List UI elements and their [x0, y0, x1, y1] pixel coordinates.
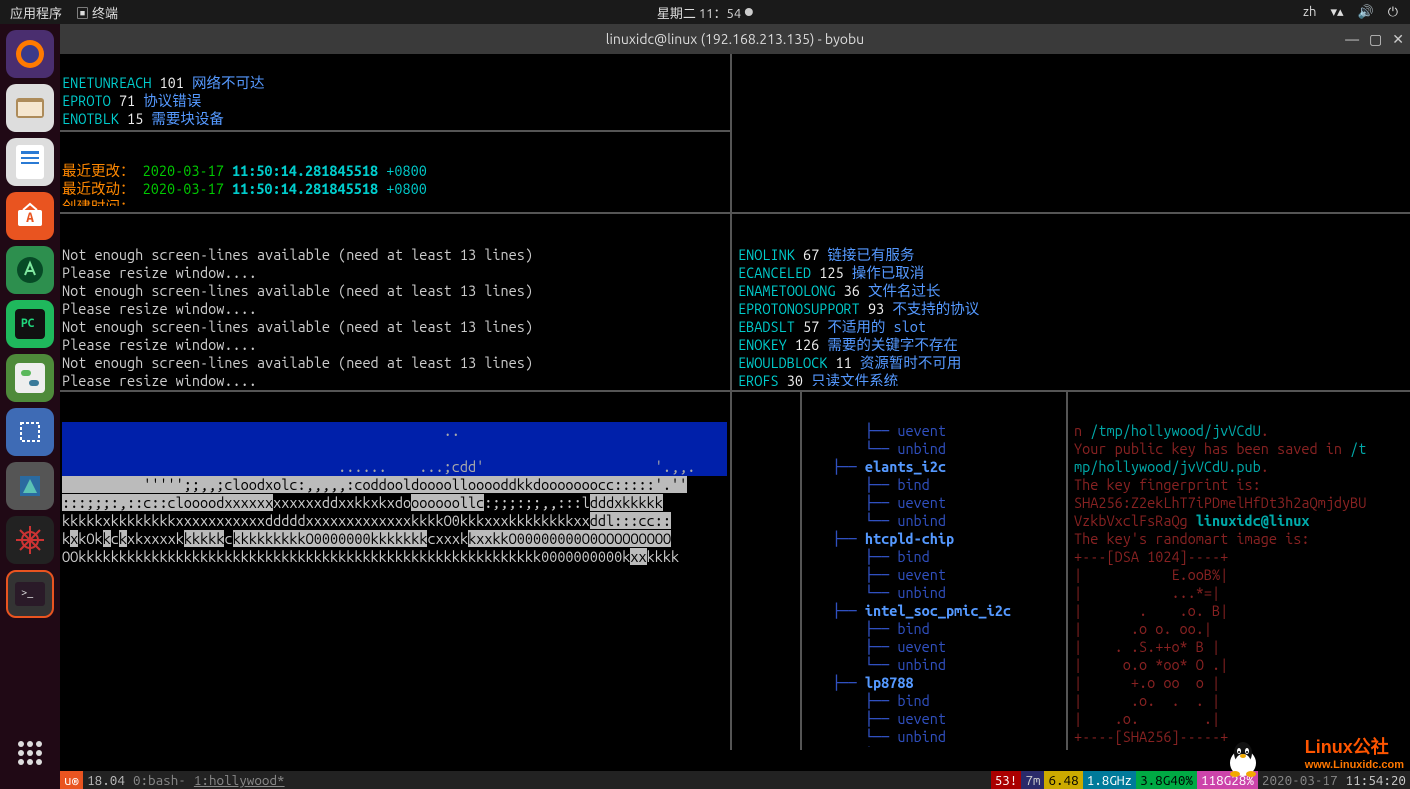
pane-divider — [60, 390, 1410, 392]
maximize-icon[interactable]: ▢ — [1369, 31, 1382, 48]
topbar-terminal[interactable]: ▣ 终端 — [76, 3, 118, 22]
status-updates: 53! — [991, 771, 1022, 789]
svg-text:PC: PC — [21, 317, 35, 330]
network-icon[interactable]: ▾▴ — [1330, 5, 1343, 20]
pane-cmatrix: .. ...... ...;cdd' '.,,. ''''';;,,;clood… — [60, 402, 730, 747]
pane-divider — [730, 390, 732, 750]
settings-icon[interactable] — [6, 354, 54, 402]
status-time: 11:54:20 — [1342, 771, 1410, 789]
pane-divider — [60, 130, 730, 132]
status-version: 18.04 — [83, 771, 129, 789]
svg-text:A: A — [26, 209, 34, 225]
spider-app-icon[interactable] — [6, 516, 54, 564]
status-window-0[interactable]: 0:bash- — [129, 771, 190, 789]
terminal-app-icon[interactable]: >_ — [6, 570, 54, 618]
status-cpu-freq: 1.8GHz — [1083, 771, 1136, 789]
window-titlebar[interactable]: linuxidc@linux (192.168.213.135) - byobu… — [60, 24, 1410, 54]
tux-watermark-icon — [1226, 739, 1260, 777]
terminal-area[interactable]: ENETUNREACH 101 网络不可达 EPROTO 71 协议错误 ENO… — [60, 54, 1410, 789]
status-load: 6.48 — [1044, 771, 1082, 789]
pane-stat: 最近更改： 2020-03-17 11:50:14.281845518 +080… — [60, 142, 730, 206]
linuxidc-watermark: Linux公社 www.Linuxidc.com — [1305, 733, 1404, 771]
screenshot-icon[interactable] — [6, 408, 54, 456]
close-icon[interactable]: ✕ — [1392, 31, 1404, 48]
status-uptime: 7m — [1021, 771, 1044, 789]
pycharm-icon[interactable]: PC — [6, 300, 54, 348]
status-window-1[interactable]: 1:hollywood* — [190, 771, 289, 789]
pane-divider — [730, 54, 732, 390]
volume-icon[interactable]: 🔊 — [1358, 5, 1374, 20]
show-applications-icon[interactable] — [6, 729, 54, 777]
pane-divider — [1066, 390, 1068, 750]
pane-errno-top: ENETUNREACH 101 网络不可达 EPROTO 71 协议错误 ENO… — [60, 54, 730, 126]
pane-tree: ├── uevent └── unbind ├── elants_i2c ├──… — [806, 402, 1062, 747]
firefox-icon[interactable] — [6, 30, 54, 78]
byobu-status-bar: u® 18.04 0:bash- 1:hollywood* 53! 7m 6.4… — [60, 771, 1410, 789]
status-distro-logo: u® — [60, 771, 83, 789]
applications-menu[interactable]: 应用程序 — [10, 3, 62, 22]
system-top-bar: 应用程序 ▣ 终端 星期二 11：54 zh ▾▴ 🔊 ⏻ — [0, 0, 1410, 24]
window-title: linuxidc@linux (192.168.213.135) - byobu — [606, 31, 864, 47]
document-icon[interactable] — [6, 138, 54, 186]
pane-resize-warning: Not enough screen-lines available (need … — [60, 226, 730, 386]
pane-divider — [800, 390, 802, 750]
status-memory: 3.8G40% — [1136, 771, 1197, 789]
software-store-icon[interactable]: A — [6, 192, 54, 240]
pane-errno-right: ENOLINK 67 链接已有服务 ECANCELED 125 操作已取消 EN… — [736, 226, 1406, 386]
status-date: 2020-03-17 — [1258, 771, 1342, 789]
clock[interactable]: 星期二 11：54 — [657, 3, 741, 22]
launcher-dock: A PC >_ — [0, 24, 60, 789]
power-icon[interactable]: ⏻ — [1388, 5, 1398, 20]
svg-text:>_: >_ — [21, 587, 34, 599]
pane-sshkey: n /tmp/hollywood/jvVCdU. Your public key… — [1072, 402, 1410, 747]
android-studio-icon[interactable] — [6, 246, 54, 294]
files-icon[interactable] — [6, 84, 54, 132]
status-dot — [745, 8, 753, 16]
minimize-icon[interactable]: — — [1345, 31, 1359, 48]
input-method-indicator[interactable]: zh — [1303, 5, 1316, 19]
snap-store-icon[interactable] — [6, 462, 54, 510]
pane-divider — [60, 212, 1410, 214]
